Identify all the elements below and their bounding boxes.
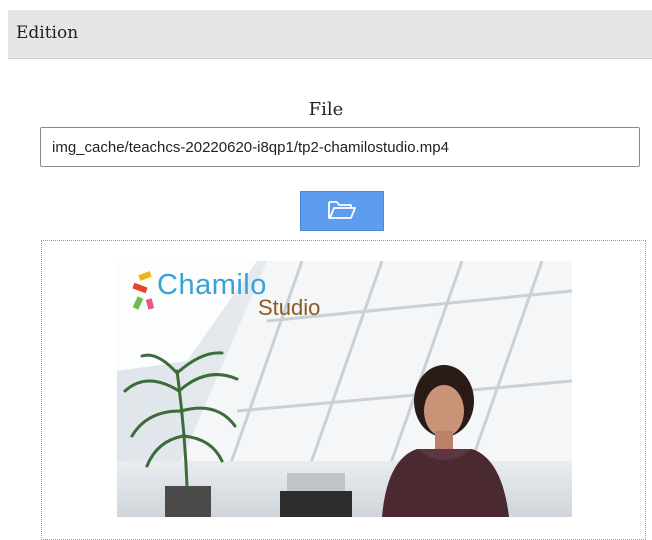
file-label: File [308,99,344,120]
chamilo-logo-text: Chamilo [157,269,267,301]
video-thumbnail[interactable]: Chamilo Studio [117,261,572,517]
studio-logo-text: Studio [258,295,321,320]
page-title: Edition [16,23,79,43]
file-path-input[interactable] [40,127,640,167]
folder-open-icon [327,198,357,224]
edition-header: Edition [8,10,652,59]
browse-file-button[interactable] [300,191,384,231]
